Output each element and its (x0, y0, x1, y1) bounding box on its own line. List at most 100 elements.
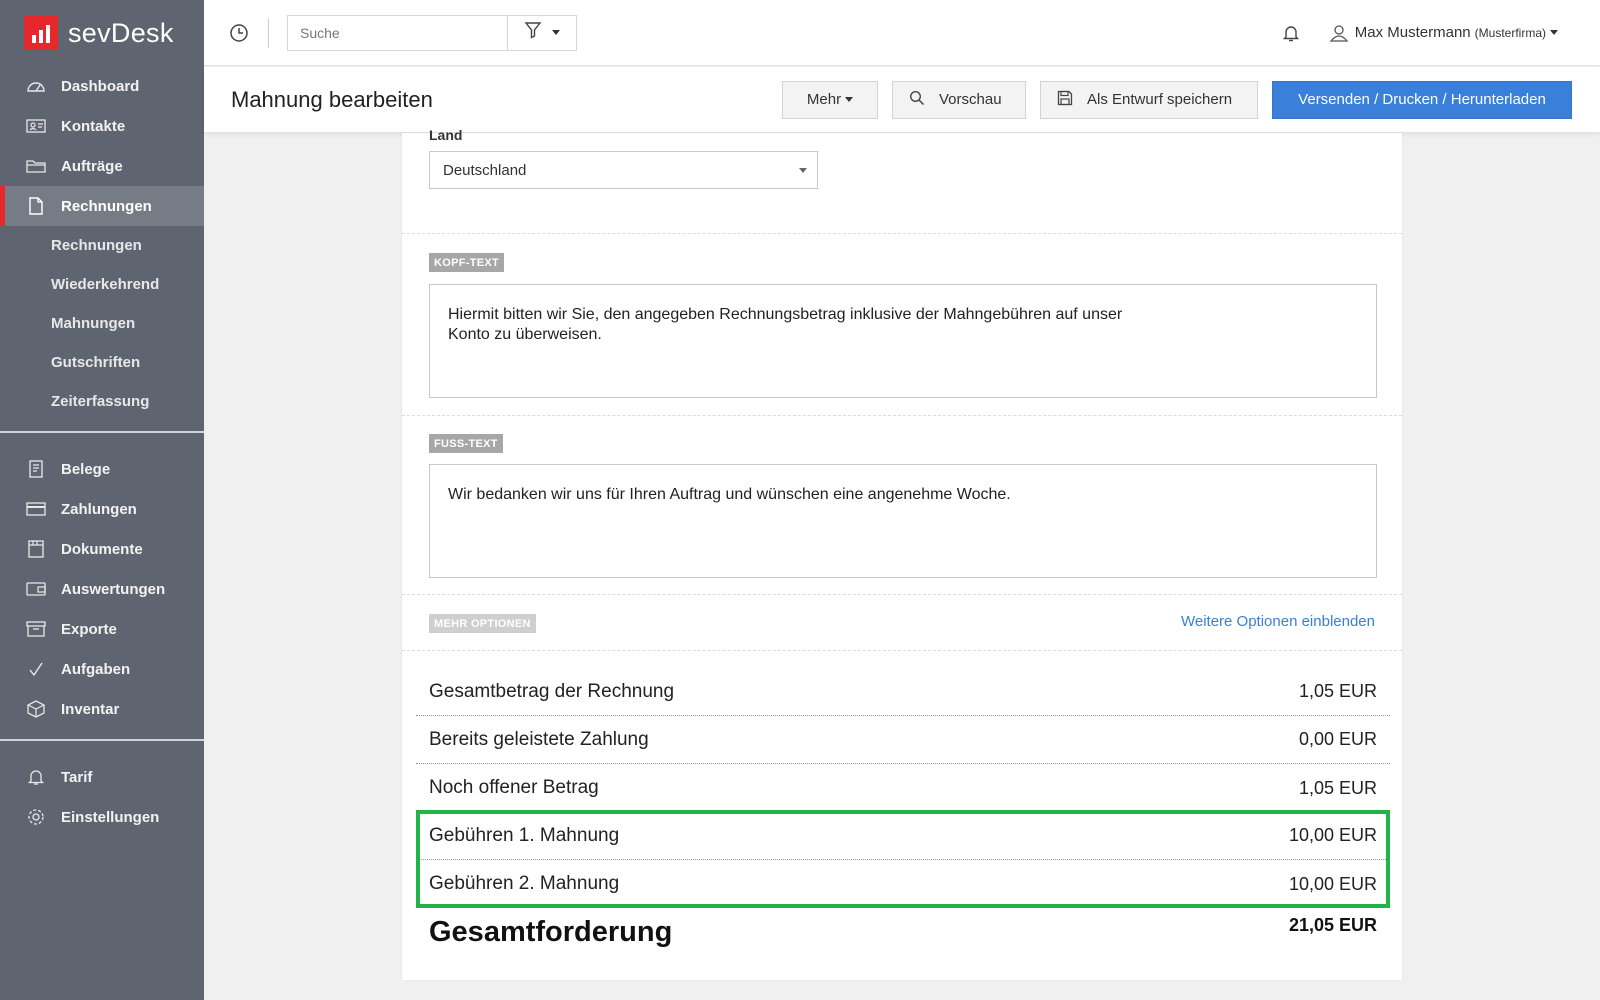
sidebar-item-label: Belege (61, 460, 111, 478)
sidebar-item-belege[interactable]: Belege (0, 449, 204, 489)
show-more-options-link[interactable]: Weitere Optionen einblenden (1181, 613, 1375, 630)
sidebar-item-label: Dashboard (61, 77, 140, 95)
section-divider (402, 594, 1402, 595)
sidebar-subitem-wiederkehrend[interactable]: Wiederkehrend (0, 265, 204, 304)
sidebar-item-label: Einstellungen (61, 808, 160, 826)
receipt-icon (26, 460, 46, 478)
gear-icon (26, 808, 46, 826)
more-button-label: Mehr (806, 91, 842, 108)
search-box (287, 14, 577, 51)
archive-icon (26, 620, 46, 638)
user-menu-chevron-icon[interactable] (1550, 30, 1558, 35)
sidebar-subitem-mahnungen[interactable]: Mahnungen (0, 304, 204, 343)
user-name[interactable]: Max Mustermann (1355, 24, 1471, 41)
total-claim-value: 21,05 EUR (1288, 915, 1377, 935)
save-draft-button-label: Als Entwurf speichern (1087, 91, 1233, 108)
summary-row-value: 0,00 EUR (1298, 729, 1377, 749)
sidebar-item-dashboard[interactable]: Dashboard (0, 66, 204, 106)
user-company[interactable]: (Musterfirma) (1475, 26, 1546, 40)
dashboard-icon (26, 77, 46, 95)
logo[interactable]: sevDesk (0, 0, 204, 66)
sidebar-item-label: Inventar (61, 700, 120, 718)
chevron-down-icon (799, 168, 807, 173)
total-claim-label: Gesamtforderung (429, 916, 673, 948)
logo-text: sevDesk (68, 17, 174, 48)
sidebar-item-label: Dokumente (61, 540, 143, 558)
sidebar-item-label: Kontakte (61, 117, 126, 135)
sidebar-item-label: Aufträge (61, 157, 123, 175)
sidebar-item-label: Tarif (61, 768, 93, 786)
sidebar-item-label: Aufgaben (61, 660, 131, 678)
notification-bell-icon[interactable] (1281, 23, 1301, 43)
checkmark-icon (26, 660, 46, 678)
sidebar-item-aufgaben[interactable]: Aufgaben (0, 649, 204, 689)
sidebar-subitem-zeiterfassung[interactable]: Zeiterfassung (0, 382, 204, 421)
bell-icon (26, 768, 46, 786)
topbar-divider (268, 17, 269, 48)
filter-icon (524, 21, 542, 44)
more-button[interactable]: Mehr (782, 80, 878, 119)
head-text-input[interactable]: Hiermit bitten wir Sie, den angegeben Re… (429, 284, 1377, 398)
sidebar-item-zahlungen[interactable]: Zahlungen (0, 489, 204, 529)
summary-row-paid: Bereits geleistete Zahlung 0,00 EUR (416, 716, 1390, 764)
total-claim-row: Gesamtforderung 21,05 EUR (429, 911, 1377, 961)
fees-highlight-box (416, 810, 1390, 908)
folder-icon (26, 157, 46, 175)
search-input[interactable] (288, 15, 508, 50)
sidebar-item-auswertungen[interactable]: Auswertungen (0, 569, 204, 609)
sidebar-item-exporte[interactable]: Exporte (0, 609, 204, 649)
filter-dropdown-button[interactable] (508, 16, 576, 50)
summary-row-label: Gesamtbetrag der Rechnung (429, 680, 675, 702)
summary-row-label: Noch offener Betrag (429, 777, 599, 798)
foot-text-input[interactable]: Wir bedanken wir uns für Ihren Auftrag u… (429, 464, 1377, 578)
documents-icon (26, 540, 46, 558)
topbar: Max Mustermann (Musterfirma) (204, 0, 1600, 66)
wallet-icon (26, 580, 46, 598)
sidebar-divider (0, 431, 204, 433)
sidebar-item-label: Auswertungen (61, 580, 166, 598)
dunning-form-card: Land Deutschland KOPF-TEXT Hiermit bitte… (402, 127, 1402, 980)
history-clock-icon[interactable] (228, 22, 250, 44)
section-divider (402, 415, 1402, 416)
head-text-tag: KOPF-TEXT (429, 253, 505, 272)
sidebar-item-rechnungen[interactable]: Rechnungen (0, 186, 204, 226)
sidebar-item-dokumente[interactable]: Dokumente (0, 529, 204, 569)
summary-row-label: Bereits geleistete Zahlung (429, 728, 649, 750)
sidebar-item-auftraege[interactable]: Aufträge (0, 146, 204, 186)
sidebar-item-label: Exporte (61, 620, 117, 638)
country-select[interactable]: Deutschland (429, 151, 818, 189)
sidebar-subitem-rechnungen[interactable]: Rechnungen (0, 226, 204, 265)
country-label: Land (429, 127, 463, 143)
more-options-tag: MEHR OPTIONEN (429, 614, 536, 633)
search-icon (909, 90, 925, 110)
sidebar-subitem-gutschriften[interactable]: Gutschriften (0, 343, 204, 382)
user-icon[interactable] (1329, 23, 1349, 43)
chevron-down-icon (845, 97, 854, 102)
preview-button-label: Vorschau (939, 91, 1002, 108)
logo-icon (24, 16, 58, 50)
sidebar-item-label: Rechnungen (61, 197, 152, 215)
save-draft-button[interactable]: Als Entwurf speichern (1040, 80, 1258, 119)
send-print-download-button[interactable]: Versenden / Drucken / Herunterladen (1272, 80, 1572, 119)
topbar-right: Max Mustermann (Musterfirma) (1281, 23, 1558, 43)
box-icon (26, 700, 46, 718)
summary-row-value: 1,05 EUR (1298, 681, 1377, 701)
summary-row-invoice-total: Gesamtbetrag der Rechnung 1,05 EUR (416, 668, 1390, 716)
document-icon (26, 197, 46, 215)
sidebar-item-inventar[interactable]: Inventar (0, 689, 204, 729)
sidebar-divider (0, 739, 204, 741)
sidebar: sevDesk Dashboard Kontakte Aufträge Rech… (0, 0, 204, 1000)
country-select-value: Deutschland (443, 161, 527, 179)
page-header: Mahnung bearbeiten Mehr Vorschau Als Ent… (204, 67, 1600, 133)
contacts-icon (26, 117, 46, 135)
foot-text-tag: FUSS-TEXT (429, 434, 503, 453)
sidebar-item-tarif[interactable]: Tarif (0, 757, 204, 797)
sidebar-item-kontakte[interactable]: Kontakte (0, 106, 204, 146)
sidebar-item-einstellungen[interactable]: Einstellungen (0, 797, 204, 837)
chevron-down-icon (552, 30, 560, 35)
section-divider (402, 650, 1402, 651)
preview-button[interactable]: Vorschau (892, 80, 1026, 119)
section-divider (402, 233, 1402, 234)
floppy-disk-icon (1057, 90, 1073, 110)
credit-card-icon (26, 500, 46, 518)
